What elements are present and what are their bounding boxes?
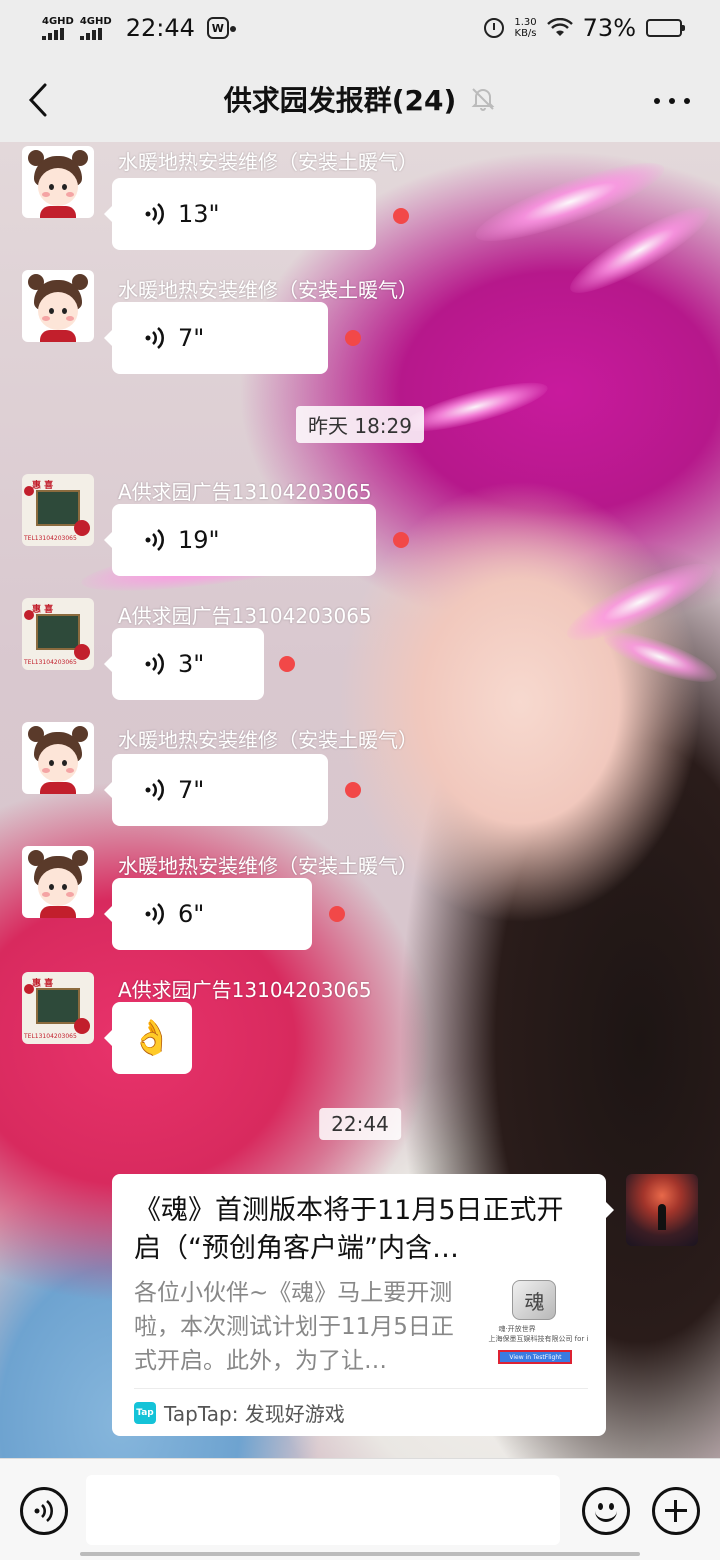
more-button[interactable] [654,86,690,116]
thumb-caption: 上海保墨互娱科技有限公司 for i [488,1335,589,1343]
sender-name: 水暖地热安装维修（安装土暖气） [118,728,418,752]
signal-icon: 4GHD [42,15,74,40]
bell-off-icon [471,88,495,111]
voice-duration: 7" [178,776,205,804]
voice-toggle-button[interactable] [20,1487,68,1535]
sender-name: A供求园广告13104203065 [118,480,372,504]
speed-unit: KB/s [514,28,537,39]
voice-wave-icon [145,903,164,925]
status-time: 22:44 [125,14,195,42]
unread-dot [329,906,345,922]
chat-title: 供求园发报群(24) [223,84,457,117]
link-source-label: TapTap: 发现好游戏 [164,1402,345,1426]
voice-duration: 6" [178,900,205,928]
voice-duration: 13" [178,200,220,228]
link-title: 《魂》首测版本将于11月5日正式开启（“预创角客户端”内含… [134,1195,564,1264]
voice-message-bubble[interactable]: 7" [104,302,328,374]
chevron-left-icon [28,83,47,117]
wifi-icon [546,18,573,36]
network-type: 4GHD [79,15,112,27]
timestamp: 22:44 [319,1108,401,1140]
input-bar [0,1458,720,1560]
sender-name: 水暖地热安装维修（安装土暖气） [118,278,418,302]
unread-dot [279,656,295,672]
network-speed: 1.30 KB/s [514,17,536,39]
thumb-caption: 魂·开放世界 [498,1325,536,1333]
link-card[interactable]: 《魂》首测版本将于11月5日正式开启（“预创角客户端”内含… 各位小伙伴~《魂》… [112,1174,614,1436]
emoji-button[interactable] [582,1487,630,1535]
sender-name: 水暖地热安装维修（安装土暖气） [118,150,418,174]
thumb-button: View in TestFlight [498,1350,573,1364]
sparkle-decoration [598,622,720,692]
sender-name: A供求园广告13104203065 [118,604,372,628]
voice-toggle-icon [34,1500,53,1522]
game-logo-icon: 魂 [512,1280,557,1320]
battery-icon [646,19,685,37]
unread-dot [393,208,409,224]
timestamp: 昨天 18:29 [296,406,424,443]
message-input[interactable] [86,1475,560,1545]
self-avatar[interactable] [626,1174,698,1246]
voice-wave-icon [145,327,164,349]
app-notification-icon: W [206,17,236,39]
voice-message-bubble[interactable]: 19" [104,504,376,576]
voice-duration: 3" [178,650,205,678]
chat-header: 供求园发报群(24) [0,56,720,142]
status-bar: 4GHD 4GHD 22:44 W 1.30 KB/s 73% [0,0,720,56]
voice-message-bubble[interactable]: 3" [104,628,264,700]
speed-value: 1.30 [514,17,537,28]
back-button[interactable] [20,80,56,120]
unread-dot [393,532,409,548]
avatar[interactable]: 惠 喜 TEL13104203065 [22,598,94,670]
emoji-message-bubble[interactable]: 👌 [104,1002,192,1074]
avatar[interactable]: 惠 喜 TEL13104203065 [22,474,94,546]
avatar[interactable] [22,722,94,794]
sender-name: A供求园广告13104203065 [118,978,372,1002]
avatar[interactable]: 惠 喜 TEL13104203065 [22,972,94,1044]
voice-duration: 19" [178,526,220,554]
home-indicator [80,1552,640,1556]
alarm-icon [484,18,505,38]
link-description: 各位小伙伴~《魂》马上要开测啦，本次测试计划于11月5日正式开启。此外，为了让… [134,1280,454,1374]
voice-wave-icon [145,203,164,225]
ok-hand-emoji: 👌 [130,1018,174,1058]
avatar[interactable] [22,846,94,918]
link-thumbnail: 魂 魂·开放世界 上海保墨互娱科技有限公司 for i View in Test… [488,1276,588,1372]
link-source: Tap TapTap: 发现好游戏 [134,1388,588,1436]
unread-dot [345,330,361,346]
plus-button[interactable] [652,1487,700,1535]
voice-wave-icon [145,779,164,801]
avatar[interactable] [22,146,94,218]
voice-duration: 7" [178,324,205,352]
voice-message-bubble[interactable]: 13" [104,178,376,250]
voice-message-bubble[interactable]: 6" [104,878,312,950]
taptap-icon: Tap [134,1401,156,1424]
voice-message-bubble[interactable]: 7" [104,754,328,826]
unread-dot [345,782,361,798]
network-type: 4GHD [42,15,74,27]
voice-wave-icon [145,529,164,551]
chat-message-list[interactable]: 水暖地热安装维修（安装土暖气） 13" 水暖地热安装维修（安装土暖气） 7" 昨… [0,142,720,1458]
battery-percent: 73% [582,14,636,42]
avatar[interactable] [22,270,94,342]
sender-name: 水暖地热安装维修（安装土暖气） [118,854,418,878]
voice-wave-icon [145,653,164,675]
signal-icon: 4GHD [79,15,112,40]
